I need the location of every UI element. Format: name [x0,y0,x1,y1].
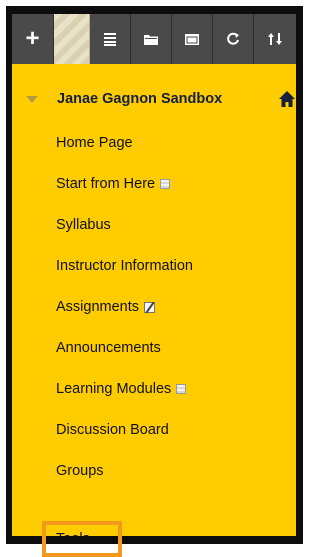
folder-view-button[interactable] [131,14,172,64]
course-title[interactable]: Janae Gagnon Sandbox [57,91,222,107]
refresh-button[interactable] [213,14,254,64]
list-icon [104,33,116,46]
home-icon[interactable] [278,90,296,108]
list-view-button[interactable] [90,14,131,64]
menu-item-label[interactable]: Syllabus [56,217,111,233]
sort-icon [268,33,282,45]
menu-item-label[interactable]: Instructor Information [56,258,193,274]
refresh-icon [227,32,239,45]
hidden-icon [160,179,171,189]
course-menu-toolbar: + [12,14,296,64]
folder-icon [144,35,158,45]
add-menu-item-button[interactable]: + [12,14,54,64]
hidden-icon [176,384,187,394]
menu-item-label[interactable]: Announcements [56,340,161,356]
menu-item-learning-modules[interactable]: Learning Modules [56,379,187,399]
sort-button[interactable] [254,14,296,64]
menu-item-label[interactable]: Assignments [56,299,139,315]
menu-item-label[interactable]: Tools [56,531,90,547]
menu-item-label[interactable]: Home Page [56,135,133,151]
menu-item-instructor-information[interactable]: Instructor Information [56,256,193,276]
menu-item-label[interactable]: Start from Here [56,176,155,192]
menu-item-label[interactable]: Discussion Board [56,422,169,438]
menu-item-label[interactable]: Learning Modules [56,381,171,397]
course-menu: Janae Gagnon Sandbox Home Page Start fro… [12,64,296,557]
menu-item-start-from-here[interactable]: Start from Here [56,174,171,194]
course-header[interactable]: Janae Gagnon Sandbox [12,88,296,112]
open-window-button[interactable] [172,14,213,64]
menu-item-assignments[interactable]: Assignments [56,297,156,317]
add-icon: + [25,25,40,52]
menu-item-tools[interactable]: Tools [56,529,90,549]
menu-item-announcements[interactable]: Announcements [56,338,161,358]
menu-item-discussion-board[interactable]: Discussion Board [56,420,169,440]
reorder-handle[interactable] [54,14,90,64]
menu-item-label[interactable]: Groups [56,463,104,479]
unavailable-icon [144,301,156,313]
window-icon [185,34,199,45]
menu-item-home-page[interactable]: Home Page [56,133,133,153]
collapse-triangle-icon[interactable] [26,96,38,103]
menu-item-groups[interactable]: Groups [56,461,104,481]
menu-item-syllabus[interactable]: Syllabus [56,215,111,235]
